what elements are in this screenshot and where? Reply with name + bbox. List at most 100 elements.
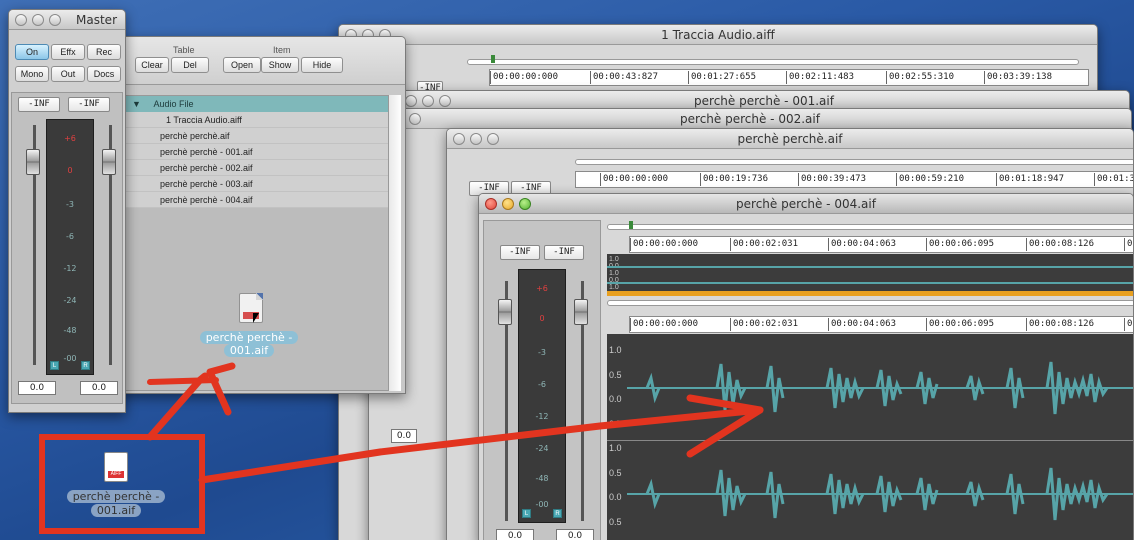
dragged-file-label-line1: perchè perchè -: [199, 331, 299, 344]
list-item[interactable]: perchè perchè - 001.aif: [124, 144, 388, 160]
ruler-tick: 00:00:43:827: [590, 71, 658, 84]
gain-field[interactable]: 0.0: [391, 429, 417, 443]
minimize-button[interactable]: [470, 133, 482, 145]
window-title: perchè perchè - 004.aif: [736, 197, 876, 211]
overview-waveform[interactable]: 1.0 0.0 1.0 0.0 1.0: [607, 254, 1133, 296]
desktop-file-label[interactable]: perchè perchè - 001.aif: [60, 490, 172, 517]
playhead-marker[interactable]: [491, 55, 495, 63]
peak-readout-left: -INF: [500, 245, 540, 260]
disclosure-triangle-icon[interactable]: ▼: [132, 99, 141, 109]
right-channel-indicator: R: [553, 509, 562, 518]
zoom-button[interactable]: [519, 198, 531, 210]
ruler-tick: 00:02:11:483: [786, 71, 854, 84]
list-item[interactable]: perchè perchè - 003.aif: [124, 176, 388, 192]
open-button[interactable]: Open: [223, 57, 261, 73]
dragged-file-icon[interactable]: [239, 293, 263, 323]
zoom-button[interactable]: [439, 95, 451, 107]
time-ruler[interactable]: 00:00:00:000 00:00:19:736 00:00:39:473 0…: [575, 171, 1133, 188]
ruler-tick: 00:03:39:138: [984, 71, 1052, 84]
editor-time-ruler[interactable]: 00:00:00:000 00:00:02:031 00:00:04:063 0…: [629, 316, 1133, 333]
channel-strip: -INF -INF +6 0 -3 -6 -12 -24 -48 -00 L R…: [483, 220, 601, 540]
window-title: Master: [76, 13, 117, 27]
desktop-file-label-line1: perchè perchè -: [66, 490, 166, 503]
close-button[interactable]: [15, 14, 27, 26]
channel-strip: -INF -INF +6 0 -3 -6 -12 -24 -48 -00 L R…: [11, 92, 123, 404]
list-item[interactable]: perchè perchè - 002.aif: [124, 160, 388, 176]
list-item[interactable]: 1 Traccia Audio.aiff: [124, 112, 388, 128]
minimize-button[interactable]: [422, 95, 434, 107]
overview-time-ruler[interactable]: 00:00:00:000 00:00:02:031 00:00:04:063 0…: [629, 236, 1133, 253]
ruler-tick: 00:01:18:947: [996, 173, 1064, 186]
delete-button[interactable]: Del: [171, 57, 209, 73]
minimize-button[interactable]: [502, 198, 514, 210]
peak-readout-right: -INF: [544, 245, 584, 260]
fader-right[interactable]: [574, 299, 588, 325]
window-titlebar[interactable]: perchè perchè.aif: [447, 129, 1133, 149]
show-button[interactable]: Show: [261, 57, 299, 73]
playhead-marker[interactable]: [629, 221, 633, 229]
out-button[interactable]: Out: [51, 66, 85, 82]
close-button[interactable]: [453, 133, 465, 145]
window-title: 1 Traccia Audio.aiff: [661, 28, 775, 42]
gain-field-left[interactable]: 0.0: [18, 381, 56, 395]
position-slider[interactable]: [607, 224, 1133, 230]
list-item[interactable]: perchè perchè.aif: [124, 128, 388, 144]
zoom-button[interactable]: [409, 113, 421, 125]
zoom-slider[interactable]: [607, 300, 1133, 306]
fader-left[interactable]: [498, 299, 512, 325]
gain-field-right[interactable]: 0.0: [80, 381, 118, 395]
rec-button[interactable]: Rec: [87, 44, 121, 60]
clear-button[interactable]: Clear: [135, 57, 169, 73]
window-titlebar[interactable]: perchè perchè - 002.aif: [369, 109, 1131, 129]
fader-left[interactable]: [26, 149, 40, 175]
mono-button[interactable]: Mono: [15, 66, 49, 82]
on-button[interactable]: On: [15, 44, 49, 60]
window-titlebar[interactable]: Master: [9, 10, 125, 30]
window-title: perchè perchè - 001.aif: [694, 94, 834, 108]
left-channel-indicator: L: [522, 509, 531, 518]
window-titlebar[interactable]: perchè perchè - 004.aif: [479, 194, 1133, 214]
list-item[interactable]: perchè perchè - 004.aif: [124, 192, 388, 208]
fader-right[interactable]: [102, 149, 116, 175]
gain-field-right[interactable]: 0.0: [556, 529, 594, 540]
position-slider[interactable]: [575, 159, 1133, 165]
ruler-tick: 00:00:06:095: [926, 238, 994, 251]
file-list-header[interactable]: ▼ Audio File: [124, 96, 388, 112]
desktop-file-icon[interactable]: AIFF: [104, 452, 128, 482]
ruler-tick: 00:00:19:736: [700, 173, 768, 186]
gain-field-left[interactable]: 0.0: [496, 529, 534, 540]
window-titlebar[interactable]: 1 Traccia Audio.aiff: [339, 25, 1097, 45]
scrollbar[interactable]: [389, 95, 401, 391]
scale-label: -3: [538, 348, 546, 357]
scale-label: -12: [535, 412, 549, 421]
scale-label: -48: [63, 326, 77, 335]
minimize-button[interactable]: [32, 14, 44, 26]
zoom-button[interactable]: [487, 133, 499, 145]
close-button[interactable]: [485, 198, 497, 210]
ruler-tick: 00:00:06:095: [926, 318, 994, 331]
hide-button[interactable]: Hide: [301, 57, 343, 73]
ruler-tick: 00:00:02:031: [730, 238, 798, 251]
selection-bar[interactable]: [607, 291, 1133, 296]
master-window: Master On Effx Rec Mono Out Docs -INF -I…: [8, 9, 126, 413]
scale-label: -00: [535, 500, 549, 509]
zoom-button[interactable]: [49, 14, 61, 26]
scale-label: -6: [538, 380, 546, 389]
effx-button[interactable]: Effx: [51, 44, 85, 60]
desktop-file-label-line2: 001.aif: [90, 504, 142, 517]
waveform-editor[interactable]: 1.0 0.5 0.0 0.5 1.0 0.5 0.0 0.5: [607, 334, 1133, 540]
close-button[interactable]: [405, 95, 417, 107]
time-ruler[interactable]: 00:00:00:000 00:00:43:827 00:01:27:655 0…: [489, 69, 1089, 86]
window-title: perchè perchè - 002.aif: [680, 112, 820, 126]
overview-wave-right: [607, 282, 1133, 284]
ruler-tick: 0: [1124, 318, 1132, 331]
waveform-right-channel: [627, 467, 1133, 521]
ruler-tick: 00:00:04:063: [828, 238, 896, 251]
ruler-tick: 00:00:59:210: [896, 173, 964, 186]
scale-label: -48: [535, 474, 549, 483]
left-channel-indicator: L: [50, 361, 59, 370]
docs-button[interactable]: Docs: [87, 66, 121, 82]
aiff-badge: AIFF: [108, 471, 124, 478]
position-slider[interactable]: [467, 59, 1079, 65]
ruler-tick: 00:01:27:655: [688, 71, 756, 84]
